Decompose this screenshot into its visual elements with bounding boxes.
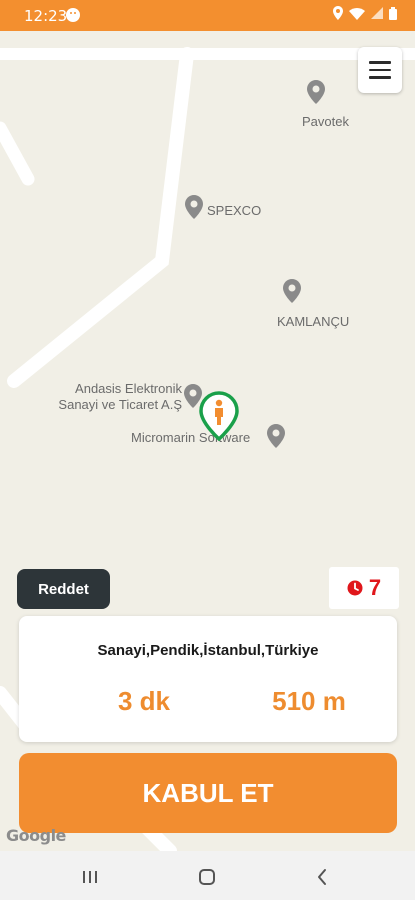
poi-label-andasis[interactable]: Andasis Elektronik Sanayi ve Ticaret A.Ş	[46, 381, 182, 413]
road-main	[7, 47, 194, 388]
road-left	[0, 121, 35, 186]
hamburger-line	[369, 68, 391, 72]
poi-label-pavotek[interactable]: Pavotek	[302, 114, 349, 130]
poi-pin-icon	[267, 424, 285, 448]
menu-button[interactable]	[358, 47, 402, 93]
recent-apps-button[interactable]	[78, 865, 102, 889]
status-icons	[333, 6, 397, 20]
distance-text: 510 m	[272, 686, 346, 716]
back-icon	[318, 869, 326, 885]
status-time: 12:23	[24, 7, 68, 25]
duration-text: 3 dk	[117, 686, 171, 716]
countdown-timer: 7	[329, 567, 399, 609]
poi-label-kamlancu[interactable]: KAMLANÇU	[277, 314, 349, 330]
clock-icon	[347, 580, 363, 596]
face-icon	[66, 8, 80, 22]
wifi-icon	[349, 7, 365, 20]
hamburger-line	[369, 76, 391, 79]
status-bar: 12:23	[0, 0, 415, 31]
back-button[interactable]	[310, 865, 334, 889]
home-icon	[199, 869, 215, 885]
address-text: Sanayi,Pendik,İstanbul,Türkiye	[97, 642, 319, 659]
signal-icon	[371, 7, 383, 19]
poi-pin-icon	[283, 279, 301, 303]
user-location-marker-icon[interactable]	[198, 391, 240, 441]
google-logo: Google	[6, 826, 66, 845]
poi-pin-icon	[185, 195, 203, 219]
hamburger-line	[369, 61, 391, 64]
poi-pin-icon	[307, 80, 325, 104]
location-icon	[333, 6, 343, 20]
accept-button[interactable]: KABUL ET	[19, 753, 397, 833]
reject-button[interactable]: Reddet	[17, 569, 110, 609]
timer-value: 7	[368, 575, 382, 600]
recent-apps-icon	[83, 871, 97, 883]
system-nav-bar	[0, 851, 415, 900]
home-button[interactable]	[195, 865, 219, 889]
trip-info-card: Sanayi,Pendik,İstanbul,Türkiye 3 dk 510 …	[19, 616, 397, 742]
poi-label-spexco[interactable]: SPEXCO	[207, 203, 261, 219]
battery-icon	[389, 6, 397, 20]
